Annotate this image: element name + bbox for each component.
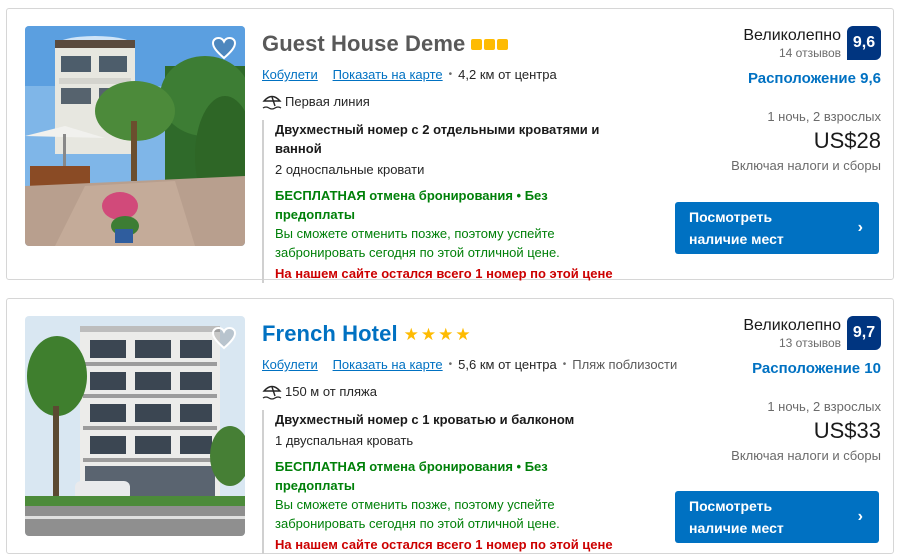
rating-squares xyxy=(471,38,509,50)
separator-dot: • xyxy=(448,359,453,370)
review-score[interactable]: Великолепно 13 отзывов 9,7 xyxy=(671,316,881,350)
feature-text: 150 м от пляжа xyxy=(285,383,377,399)
property-photo[interactable] xyxy=(25,316,245,536)
favorite-heart-icon[interactable] xyxy=(209,324,239,352)
show-on-map-link[interactable]: Показать на карте xyxy=(333,67,443,82)
distance-text: 5,6 км от центра xyxy=(458,357,557,372)
score-badge: 9,7 xyxy=(847,316,881,350)
city-link[interactable]: Кобулети xyxy=(262,357,318,372)
rating-stars: ★ ★ ★ ★ xyxy=(404,326,471,343)
rating-square-icon xyxy=(484,38,496,50)
free-cancellation: БЕСПЛАТНАЯ отмена бронирования • Без пре… xyxy=(275,459,548,493)
chevron-right-icon: › xyxy=(857,508,863,525)
free-cancellation: БЕСПЛАТНАЯ отмена бронирования • Без пре… xyxy=(275,188,548,222)
location-score: Расположение 10 xyxy=(752,360,881,377)
see-availability-button[interactable]: Посмотреть наличие мест › xyxy=(675,491,879,543)
bed-type: 2 односпальные кровати xyxy=(275,162,425,177)
button-label: Посмотреть наличие мест xyxy=(689,498,784,536)
separator-dot: • xyxy=(448,69,453,80)
beach-umbrella-icon xyxy=(262,95,282,110)
chevron-right-icon: › xyxy=(857,219,863,236)
scarcity-message: На нашем сайте остался всего 1 номер по … xyxy=(275,537,613,552)
property-card[interactable]: Guest House Deme Кобулети Показать на ка… xyxy=(6,8,894,283)
separator-dot xyxy=(324,69,327,80)
rating-square-icon xyxy=(471,38,483,50)
room-details: Двухместный номер с 1 кроватью и балконо… xyxy=(262,410,622,554)
room-details: Двухместный номер с 2 отдельными кроватя… xyxy=(262,120,622,283)
property-photo[interactable] xyxy=(25,26,245,246)
distance-text: 4,2 км от центра xyxy=(458,67,557,82)
review-score[interactable]: Великолепно 14 отзывов 9,6 xyxy=(671,26,881,60)
button-label: Посмотреть наличие мест xyxy=(689,209,784,247)
taxes-note: Включая налоги и сборы xyxy=(731,448,881,463)
bed-type: 1 двуспальная кровать xyxy=(275,433,414,448)
hotel-name[interactable]: French Hotel xyxy=(262,321,398,347)
score-word: Великолепно xyxy=(743,317,841,334)
score-word: Великолепно xyxy=(743,27,841,44)
star-icon: ★ xyxy=(455,324,471,344)
score-badge: 9,6 xyxy=(847,26,881,60)
see-availability-button[interactable]: Посмотреть наличие мест › xyxy=(675,202,879,254)
star-icon: ★ xyxy=(438,324,454,344)
city-link[interactable]: Кобулети xyxy=(262,67,318,82)
review-count: 13 отзывов xyxy=(778,336,841,350)
price: US$33 xyxy=(813,418,881,443)
beach-umbrella-icon xyxy=(262,385,282,400)
star-icon: ★ xyxy=(420,324,437,344)
scarcity-message: На нашем сайте остался всего 1 номер по … xyxy=(275,266,613,281)
price: US$28 xyxy=(813,128,881,153)
location-score: Расположение 9,6 xyxy=(747,70,881,87)
hotel-name[interactable]: Guest House Deme xyxy=(262,31,465,57)
stay-details: 1 ночь, 2 взрослых xyxy=(767,399,881,414)
beach-nearby-text: Пляж поблизости xyxy=(572,357,678,372)
taxes-note: Включая налоги и сборы xyxy=(731,158,881,173)
star-icon: ★ xyxy=(403,324,419,344)
property-card[interactable]: French Hotel ★ ★ ★ ★ Кобулети Показать н… xyxy=(6,298,894,554)
rating-square-icon xyxy=(497,38,509,50)
review-count: 14 отзывов xyxy=(778,46,841,60)
show-on-map-link[interactable]: Показать на карте xyxy=(333,357,443,372)
cancellation-note: Вы сможете отменить позже, поэтому успей… xyxy=(275,497,560,531)
separator-dot xyxy=(324,359,327,370)
room-title: Двухместный номер с 1 кроватью и балконо… xyxy=(275,412,575,427)
favorite-heart-icon[interactable] xyxy=(209,34,239,62)
room-title: Двухместный номер с 2 отдельными кроватя… xyxy=(275,122,600,156)
feature-text: Первая линия xyxy=(285,93,370,109)
separator-dot: • xyxy=(562,359,567,370)
stay-details: 1 ночь, 2 взрослых xyxy=(767,109,881,124)
cancellation-note: Вы сможете отменить позже, поэтому успей… xyxy=(275,226,560,260)
